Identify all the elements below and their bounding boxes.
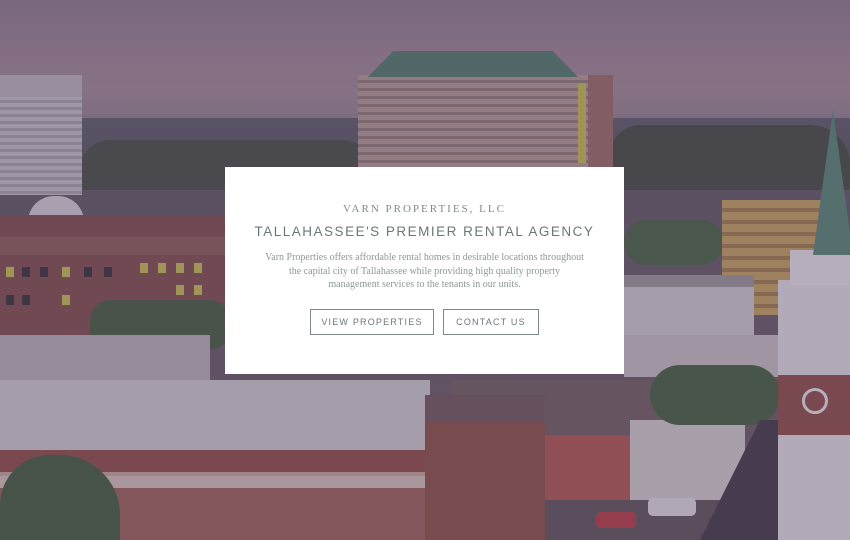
contact-us-button[interactable]: CONTACT US [443,309,539,335]
hero-description: Varn Properties offers affordable rental… [265,252,584,290]
hero-card: VARN PROPERTIES, LLC TALLAHASSEE'S PREMI… [225,167,624,374]
company-name: VARN PROPERTIES, LLC [343,203,506,215]
hero-headline: TALLAHASSEE'S PREMIER RENTAL AGENCY [254,224,595,239]
view-properties-button[interactable]: VIEW PROPERTIES [310,309,434,335]
